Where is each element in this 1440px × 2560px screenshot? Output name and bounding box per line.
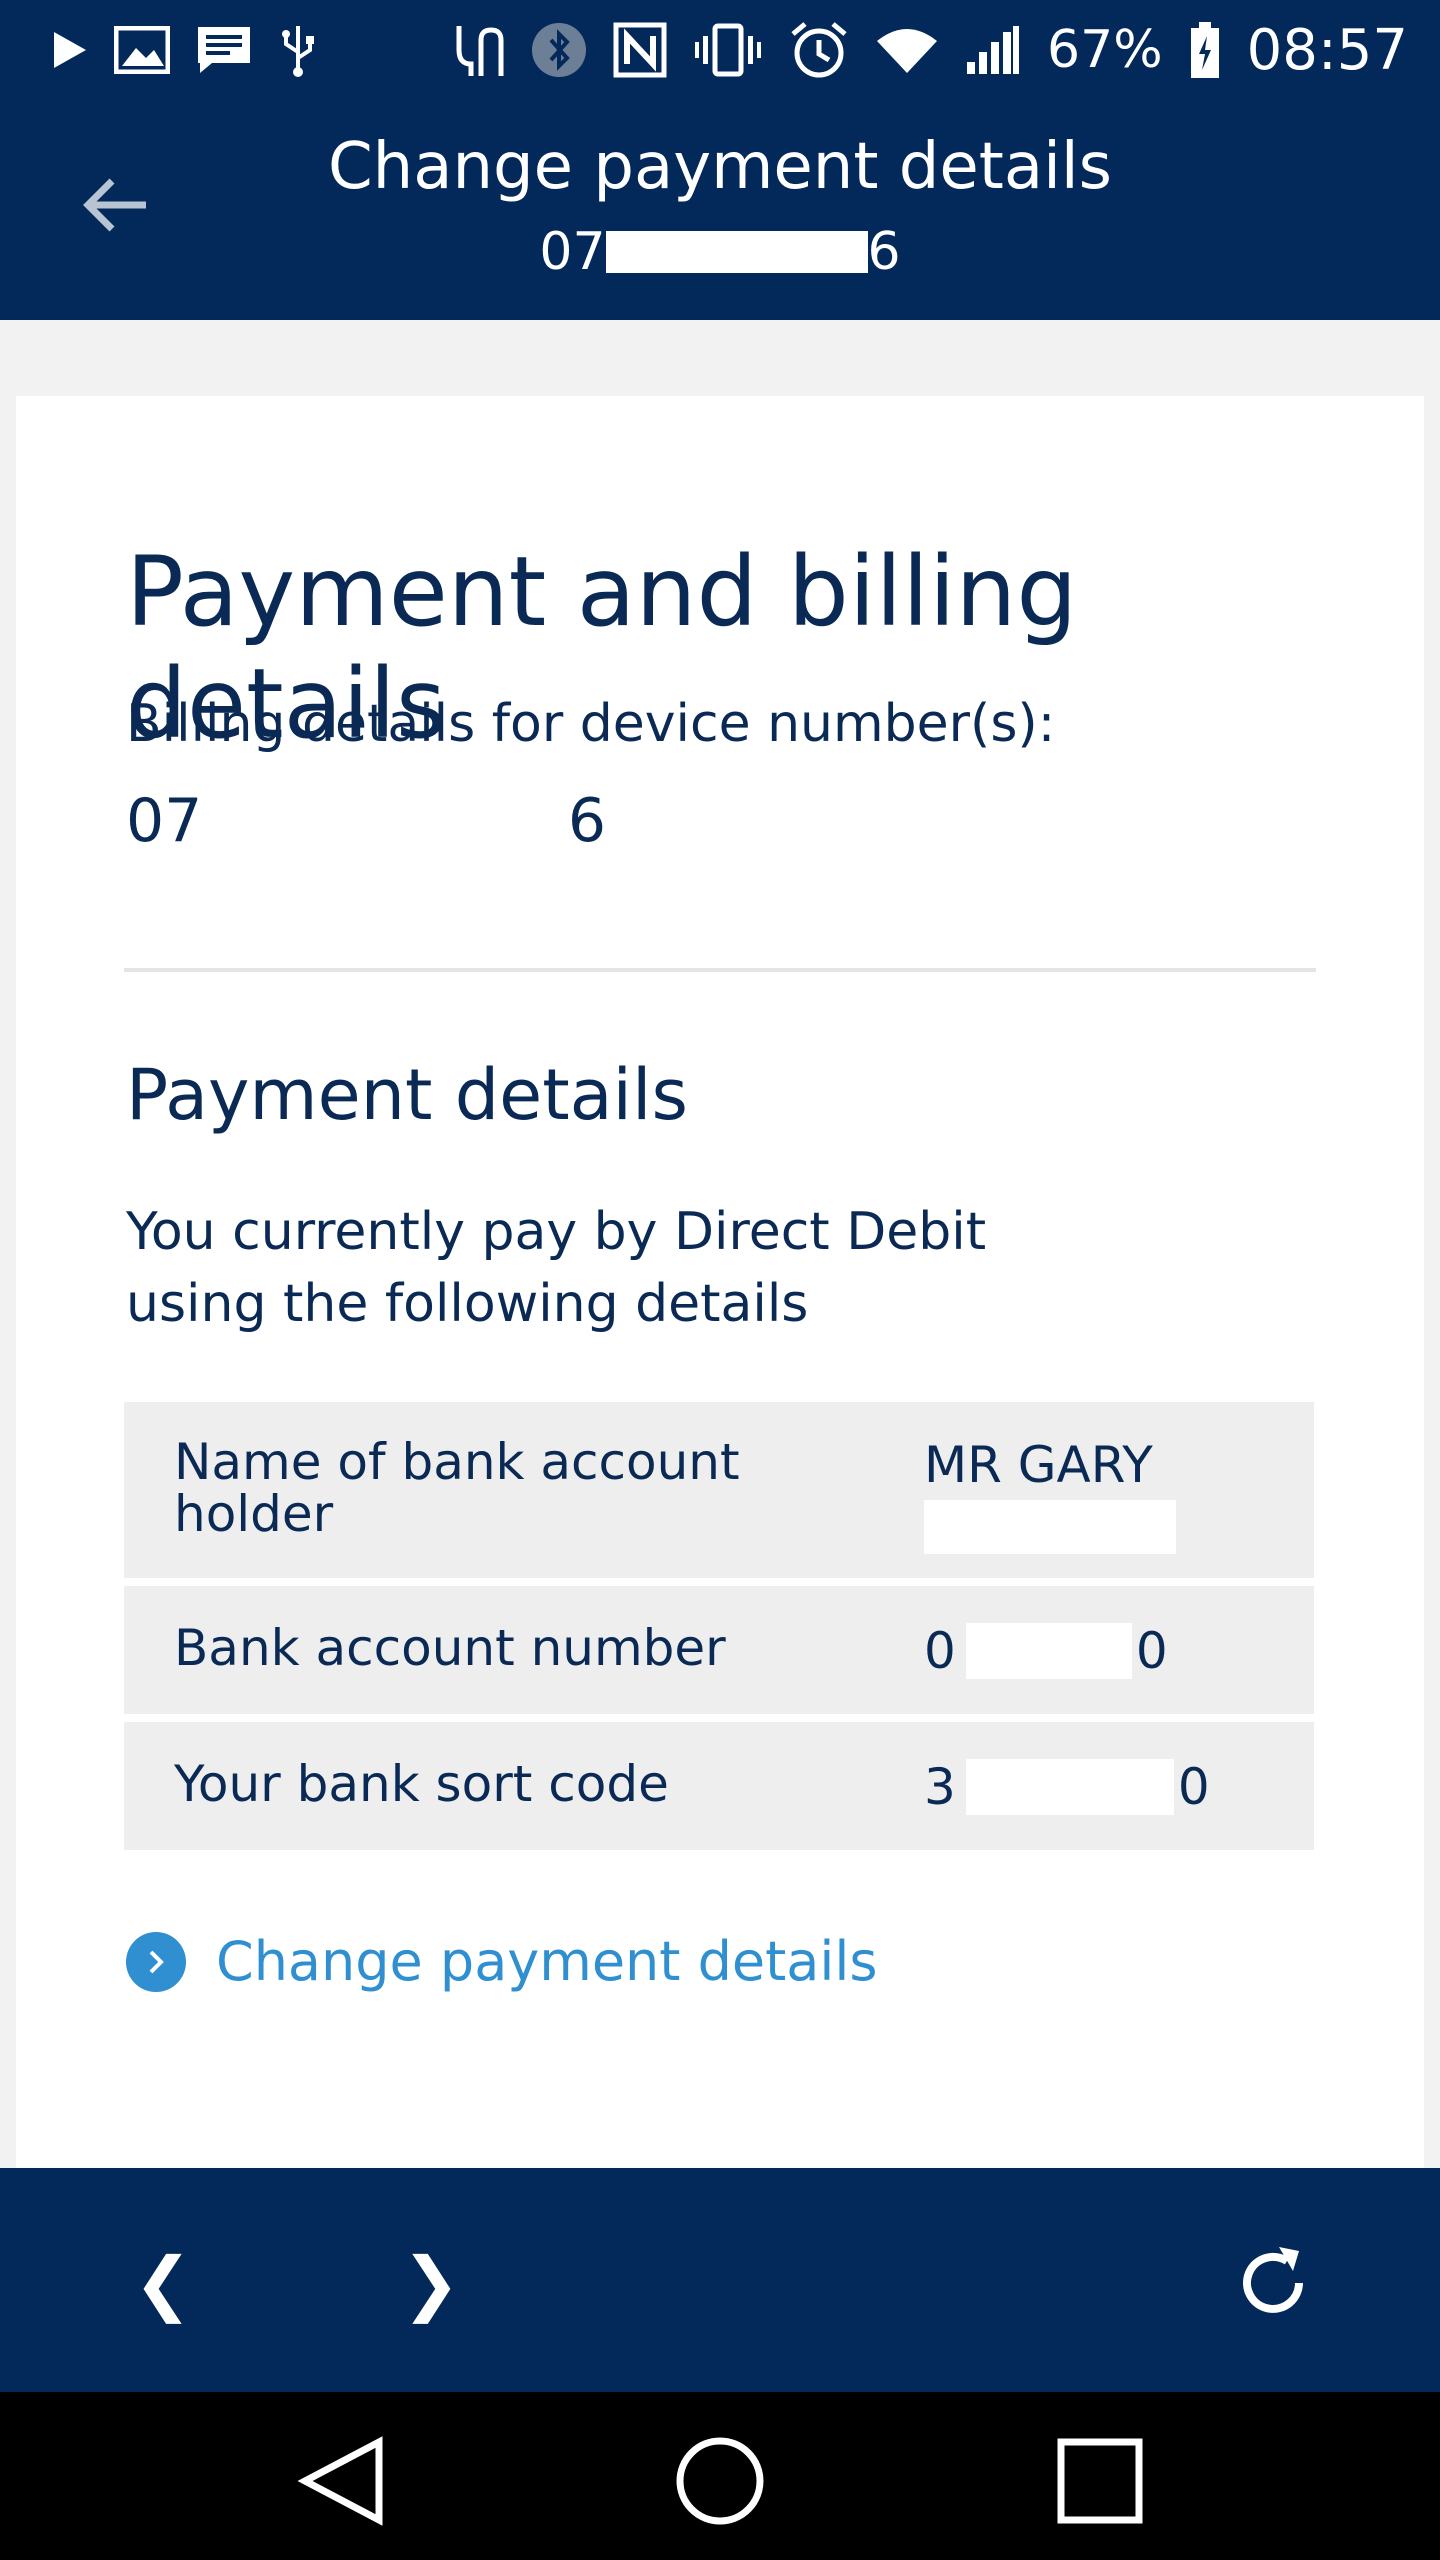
bluetooth-icon: [531, 20, 587, 80]
row-value: 0 0: [924, 1622, 1168, 1680]
usb-debug-icon: [451, 20, 505, 80]
row-label: Your bank sort code: [174, 1755, 669, 1813]
nav-recents-button[interactable]: [1040, 2426, 1160, 2536]
page-title: Change payment details: [327, 130, 1113, 204]
account-holder-name: MR GARY: [924, 1436, 1153, 1494]
row-value: 3 0: [924, 1758, 1210, 1816]
page-subtitle-device-number: 07 6: [0, 222, 1440, 282]
redaction-block: [605, 231, 868, 273]
payment-details-table: Name of bank account holder MR GARY Bank…: [124, 1402, 1314, 1858]
device-number-end: 6: [567, 786, 606, 856]
account-number-start: 0: [924, 1622, 956, 1680]
redaction-block: [965, 1623, 1132, 1679]
nav-home-button[interactable]: [660, 2426, 780, 2536]
device-number-start: 07: [126, 786, 203, 856]
chevron-right-icon: [126, 1931, 186, 1992]
status-bar-right: 67% 08:57: [451, 18, 1408, 83]
circle-home-icon: [676, 2437, 764, 2525]
image-icon: [114, 20, 170, 80]
sort-code-end: 0: [1177, 1758, 1210, 1816]
refresh-button[interactable]: [1218, 2228, 1328, 2338]
payment-details-heading: Payment details: [126, 1054, 688, 1136]
billing-label: Billing details for device number(s):: [126, 694, 1056, 754]
triangle-back-icon: [297, 2436, 383, 2526]
status-bar: 67% 08:57: [0, 0, 1440, 100]
vibrate-icon: [693, 20, 763, 80]
app-bar: Change payment details 07 6: [0, 100, 1440, 320]
sort-code-start: 3: [924, 1758, 956, 1816]
clock-time: 08:57: [1246, 17, 1408, 83]
subtitle-number-start: 07: [539, 222, 606, 282]
message-icon: [196, 20, 252, 80]
chevron-left-icon: ❮: [133, 2242, 193, 2324]
refresh-icon: [1243, 2247, 1303, 2313]
device-number: 07 6: [126, 786, 606, 856]
change-payment-details-link[interactable]: Change payment details: [126, 1930, 878, 1993]
usb-icon: [278, 20, 318, 80]
divider: [124, 968, 1316, 972]
alarm-icon: [789, 20, 849, 80]
browser-back-button[interactable]: ❮: [108, 2228, 218, 2338]
row-label: Bank account number: [174, 1619, 726, 1677]
browser-forward-button[interactable]: ❯: [376, 2228, 486, 2338]
battery-icon: [1189, 20, 1221, 80]
chevron-right-icon: ❯: [401, 2242, 461, 2324]
table-row: Your bank sort code 3 0: [124, 1722, 1314, 1850]
square-recents-icon: [1057, 2438, 1143, 2524]
battery-percent: 67%: [1047, 20, 1163, 80]
payment-description: You currently pay by Direct Debit using …: [126, 1202, 987, 1334]
subtitle-number-end: 6: [867, 222, 901, 282]
wifi-icon: [875, 20, 939, 80]
account-number-end: 0: [1135, 1622, 1168, 1680]
browser-toolbar: ❮ ❯: [0, 2168, 1440, 2392]
redaction-block: [965, 1759, 1174, 1815]
content-card: Payment and billing details Billing deta…: [16, 396, 1424, 2170]
play-icon: [52, 20, 88, 80]
table-row: Bank account number 0 0: [124, 1586, 1314, 1714]
nfc-icon: [613, 20, 667, 80]
redaction-block: [924, 1500, 1176, 1554]
status-bar-left: [52, 20, 318, 80]
signal-icon: [965, 20, 1021, 80]
nav-back-button[interactable]: [282, 2426, 402, 2536]
change-link-label: Change payment details: [216, 1930, 878, 1993]
row-label: Name of bank account holder: [174, 1433, 740, 1543]
system-nav-bar: [0, 2392, 1440, 2560]
row-value: MR GARY: [924, 1436, 1176, 1554]
table-row: Name of bank account holder MR GARY: [124, 1402, 1314, 1578]
